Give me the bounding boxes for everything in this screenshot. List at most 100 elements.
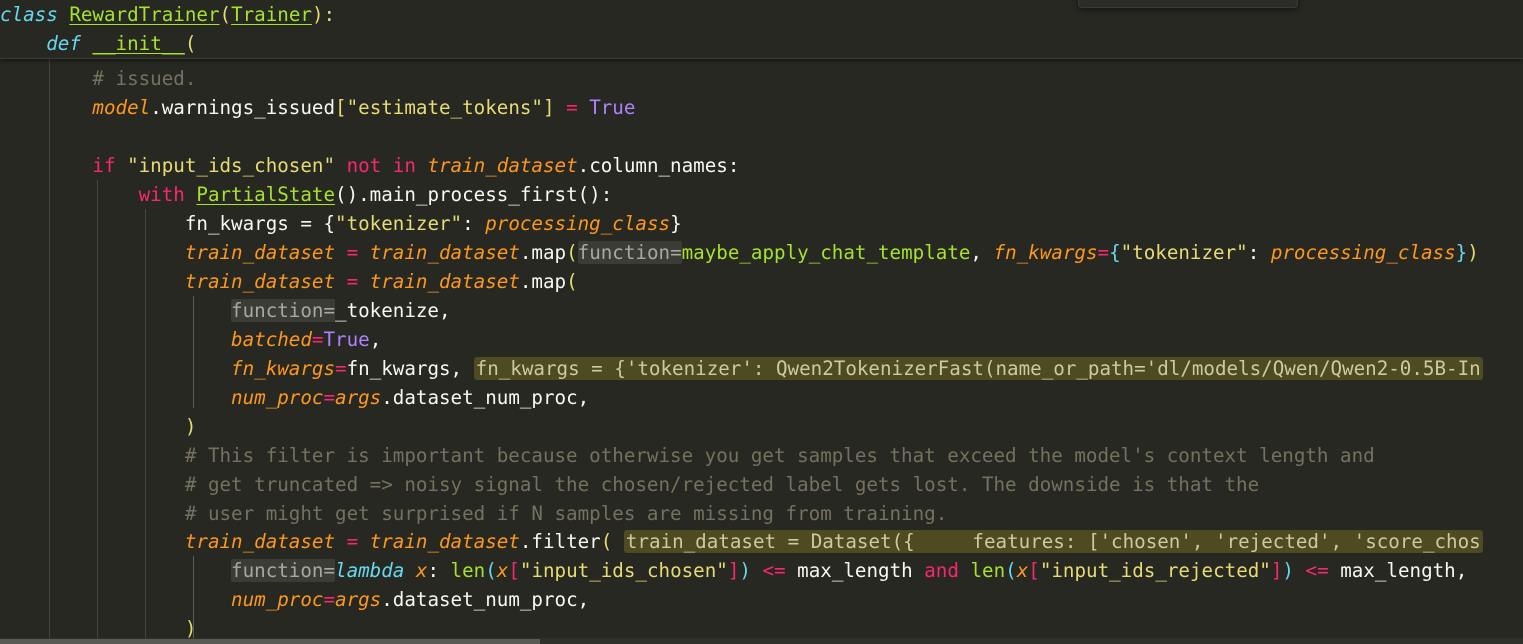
keyword-arg: num_proc (231, 386, 324, 409)
bracket: ): (311, 3, 336, 26)
punctuation: , (970, 241, 994, 264)
code-line[interactable]: if "input_ids_chosen" not in train_datas… (0, 151, 739, 180)
code-editor[interactable]: class RewardTrainer(Trainer): def __init… (0, 0, 1523, 644)
variable: train_dataset (427, 154, 578, 177)
code-line[interactable]: # This filter is important because other… (0, 441, 1375, 470)
code-line[interactable]: # issued. (0, 64, 196, 93)
horizontal-scrollbar-thumb[interactable] (0, 639, 540, 644)
string: "estimate_tokens" (346, 96, 543, 119)
code-line[interactable]: function=lambda x: len(x["input_ids_chos… (0, 556, 1467, 585)
sticky-scroll-header[interactable]: class RewardTrainer(Trainer): def __init… (0, 0, 1523, 59)
code-line[interactable]: function=_tokenize, (0, 296, 451, 325)
code-line[interactable]: batched=True, (0, 325, 381, 354)
code-line[interactable]: # user might get surprised if N samples … (0, 499, 947, 528)
bracket: ( (566, 270, 578, 293)
bracket: [ (1028, 559, 1040, 582)
find-widget[interactable] (1078, 0, 1298, 8)
variable: max_length, (1340, 559, 1468, 582)
bracket: { (1109, 241, 1121, 264)
variable: args (335, 386, 382, 409)
parameter-hint: function= (231, 299, 336, 322)
variable: args (335, 588, 382, 611)
operator: = (335, 357, 347, 380)
debug-inline-value[interactable]: train_dataset = Dataset({ features: ['ch… (623, 530, 1483, 553)
punctuation: : (1247, 241, 1271, 264)
bracket: ) (184, 617, 197, 640)
code-line[interactable]: fn_kwargs = {"tokenizer": processing_cla… (0, 209, 682, 238)
comment: # get truncated => noisy signal the chos… (184, 473, 1260, 496)
string: "input_ids_chosen" (115, 154, 347, 177)
keyword-arg: fn_kwargs (231, 357, 336, 380)
attribute: .warnings_issued (150, 96, 336, 119)
parameter: x (496, 559, 509, 582)
code-line[interactable]: train_dataset = train_dataset.map( (0, 267, 578, 296)
variable: train_dataset (369, 270, 520, 293)
variable: train_dataset (184, 530, 336, 553)
attribute: .column_names: (577, 154, 740, 177)
function-name[interactable]: __init__ (92, 32, 184, 55)
string: "input_ids_rejected" (1039, 559, 1271, 582)
parameter: x (1016, 559, 1029, 582)
parameter-hint: function= (231, 559, 336, 582)
builtin: len (970, 559, 1006, 582)
bracket: ) (184, 415, 197, 438)
code-line[interactable]: # get truncated => noisy signal the chos… (0, 470, 1259, 499)
keyword-arg: batched (231, 328, 312, 351)
lambda-keyword: lambda (335, 559, 405, 582)
bracket: ] (542, 96, 555, 119)
def-keyword: def (46, 32, 81, 55)
bracket: ( (184, 32, 197, 55)
class-name[interactable]: RewardTrainer (69, 3, 219, 26)
sticky-line-class[interactable]: class RewardTrainer(Trainer): (0, 0, 335, 29)
operator: = (323, 588, 336, 611)
code-line[interactable]: fn_kwargs=fn_kwargs, fn_kwargs = {'token… (0, 354, 1483, 383)
with-keyword: with (138, 183, 185, 206)
variable: processing_class (1270, 241, 1456, 264)
debug-inline-value[interactable]: fn_kwargs = {'tokenizer': Qwen2Tokenizer… (473, 357, 1483, 380)
code-line[interactable]: ) (0, 412, 197, 441)
method: .map (519, 270, 567, 293)
class-keyword: class (0, 3, 58, 26)
constant: True (323, 328, 370, 351)
operator: = (1097, 241, 1110, 264)
code-line[interactable]: with PartialState().main_process_first()… (0, 180, 613, 209)
bracket: [ (508, 559, 520, 582)
bracket: ) (1282, 559, 1294, 582)
class-name[interactable]: PartialState (196, 183, 335, 206)
method: .filter (519, 530, 601, 553)
base-class-name[interactable]: Trainer (231, 3, 312, 26)
punctuation: : (462, 212, 486, 235)
code-line[interactable]: train_dataset = train_dataset.map(functi… (0, 238, 1479, 267)
bracket: ( (600, 530, 613, 553)
code-line[interactable]: num_proc=args.dataset_num_proc, (0, 383, 589, 412)
operator: = (335, 530, 370, 553)
comment: # This filter is important because other… (184, 444, 1375, 467)
operator: <= (750, 559, 798, 582)
string: "tokenizer" (1120, 241, 1248, 264)
comment: # issued. (92, 67, 197, 90)
string: "tokenizer" (335, 212, 463, 235)
keyword-arg: num_proc (231, 588, 324, 611)
argument: fn_kwargs, (346, 357, 474, 380)
bracket: ( (485, 559, 497, 582)
bracket: ) (1467, 241, 1479, 264)
code-line[interactable]: num_proc=args.dataset_num_proc, (0, 585, 589, 614)
code-line[interactable]: model.warnings_issued["estimate_tokens"]… (0, 93, 635, 122)
variable: train_dataset (369, 241, 520, 264)
bracket: ( (566, 241, 578, 264)
operator: = (554, 96, 590, 119)
code-line[interactable]: train_dataset = train_dataset.filter( tr… (0, 527, 1483, 556)
assignment: fn_kwargs = { (184, 212, 336, 235)
variable: train_dataset (184, 270, 336, 293)
bracket: } (1455, 241, 1468, 264)
operator: = (311, 328, 324, 351)
variable: processing_class (485, 212, 671, 235)
sticky-line-def[interactable]: def __init__( (0, 29, 196, 58)
comment: # user might get surprised if N samples … (184, 502, 948, 525)
attribute: .dataset_num_proc, (381, 386, 590, 409)
parameter: x (404, 559, 428, 582)
argument: _tokenize, (335, 299, 451, 322)
